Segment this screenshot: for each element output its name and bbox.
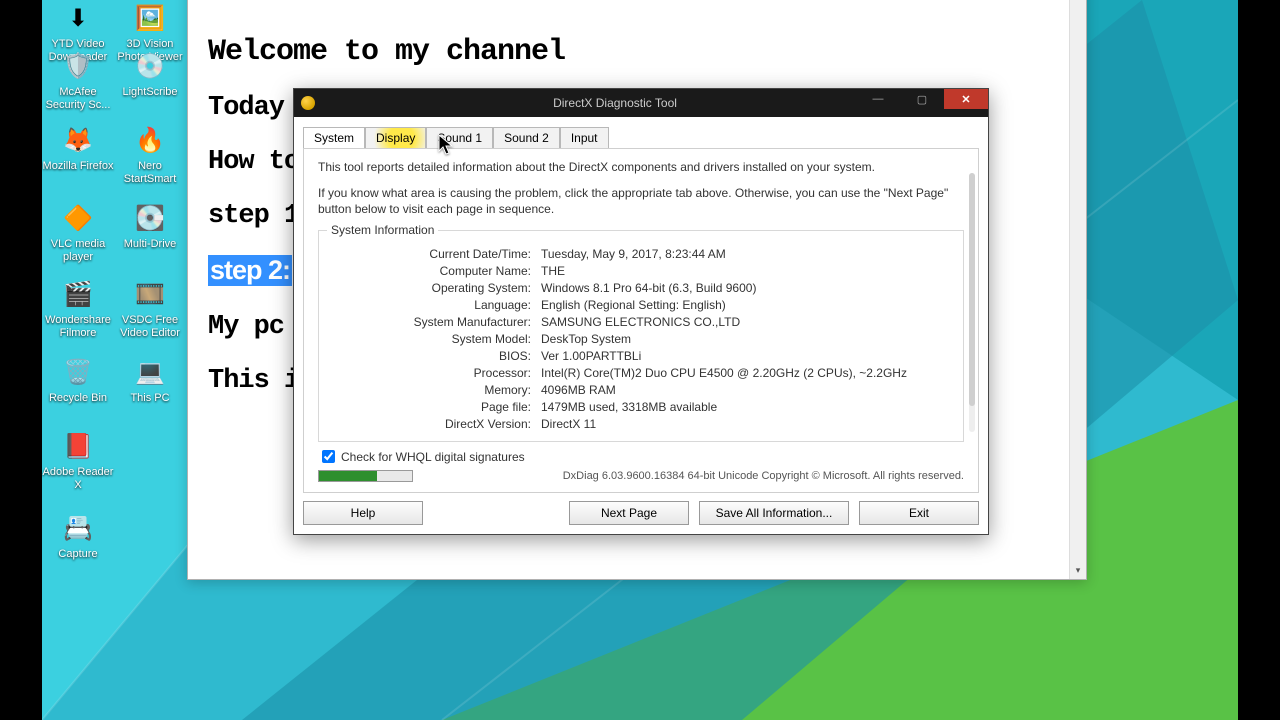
sysinfo-value: THE — [541, 264, 951, 278]
sysinfo-value: Windows 8.1 Pro 64-bit (6.3, Build 9600) — [541, 281, 951, 295]
tab-system[interactable]: System — [303, 127, 365, 149]
desktop-icon[interactable]: 📇Capture — [42, 510, 114, 561]
group-legend: System Information — [327, 223, 438, 237]
minimize-button[interactable]: — — [856, 89, 900, 109]
whql-checkbox[interactable] — [322, 450, 335, 463]
sysinfo-key: Processor: — [331, 366, 531, 380]
desktop-icon[interactable]: 💿LightScribe — [114, 48, 186, 99]
app-icon — [294, 96, 322, 110]
maximize-button[interactable]: ▢ — [900, 89, 944, 109]
desktop-icon[interactable]: 💻This PC — [114, 354, 186, 405]
whql-checkbox-row[interactable]: Check for WHQL digital signatures — [322, 450, 964, 464]
save-all-button[interactable]: Save All Information... — [699, 501, 849, 525]
sysinfo-key: Language: — [331, 298, 531, 312]
sysinfo-value: DeskTop System — [541, 332, 951, 346]
sysinfo-value: Tuesday, May 9, 2017, 8:23:44 AM — [541, 247, 951, 261]
dialog-footer: Help Next Page Save All Information... E… — [303, 501, 979, 525]
sysinfo-value: 1479MB used, 3318MB available — [541, 400, 951, 414]
sysinfo-key: System Manufacturer: — [331, 315, 531, 329]
sysinfo-value: 4096MB RAM — [541, 383, 951, 397]
scroll-down-icon[interactable]: ▾ — [1070, 562, 1086, 579]
system-info-group: System Information Current Date/Time:Tue… — [318, 230, 964, 442]
tab-strip: System Display Sound 1 Sound 2 Input — [303, 126, 979, 149]
exit-button[interactable]: Exit — [859, 501, 979, 525]
desktop-icon[interactable]: 💽Multi-Drive — [114, 200, 186, 251]
sysinfo-value: Ver 1.00PARTTBLi — [541, 349, 951, 363]
titlebar[interactable]: DirectX Diagnostic Tool — ▢ ✕ — [294, 89, 988, 117]
sysinfo-value: SAMSUNG ELECTRONICS CO.,LTD — [541, 315, 951, 329]
sysinfo-key: Memory: — [331, 383, 531, 397]
desktop-icon[interactable]: 🦊Mozilla Firefox — [42, 122, 114, 173]
help-button[interactable]: Help — [303, 501, 423, 525]
next-page-button[interactable]: Next Page — [569, 501, 689, 525]
sysinfo-value: Intel(R) Core(TM)2 Duo CPU E4500 @ 2.20G… — [541, 366, 951, 380]
desktop-icon[interactable]: 🛡️McAfee Security Sc... — [42, 48, 114, 111]
sysinfo-key: DirectX Version: — [331, 417, 531, 431]
sysinfo-key: Computer Name: — [331, 264, 531, 278]
desktop-icon[interactable]: 📕Adobe Reader X — [42, 428, 114, 491]
copyright-text: DxDiag 6.03.9600.16384 64-bit Unicode Co… — [563, 470, 964, 482]
desktop-icon[interactable]: 🎬Wondershare Filmore — [42, 276, 114, 339]
tab-sound1[interactable]: Sound 1 — [426, 127, 493, 149]
progress-bar — [318, 470, 413, 482]
close-button[interactable]: ✕ — [944, 89, 988, 109]
tab-display[interactable]: Display — [365, 127, 426, 149]
desktop-icon[interactable]: 🗑️Recycle Bin — [42, 354, 114, 405]
desktop-icon[interactable]: 🔶VLC media player — [42, 200, 114, 263]
notepad-scrollbar[interactable]: ▾ — [1069, 0, 1086, 579]
desktop-icon[interactable]: 🔥Nero StartSmart — [114, 122, 186, 185]
desktop-icon[interactable]: 🎞️VSDC Free Video Editor — [114, 276, 186, 339]
notepad-line: Welcome to my channel — [208, 35, 1058, 69]
dxdiag-window[interactable]: DirectX Diagnostic Tool — ▢ ✕ System Dis… — [293, 88, 989, 535]
sysinfo-value: DirectX 11 — [541, 417, 951, 431]
sysinfo-key: System Model: — [331, 332, 531, 346]
intro-text: If you know what area is causing the pro… — [318, 185, 964, 217]
panel-scrollbar[interactable] — [969, 173, 975, 432]
tab-panel: This tool reports detailed information a… — [303, 148, 979, 493]
sysinfo-key: Page file: — [331, 400, 531, 414]
sysinfo-key: Current Date/Time: — [331, 247, 531, 261]
tab-input[interactable]: Input — [560, 127, 609, 149]
sysinfo-key: BIOS: — [331, 349, 531, 363]
intro-text: This tool reports detailed information a… — [318, 159, 964, 175]
sysinfo-value: English (Regional Setting: English) — [541, 298, 951, 312]
whql-label: Check for WHQL digital signatures — [341, 450, 525, 464]
tab-sound2[interactable]: Sound 2 — [493, 127, 560, 149]
sysinfo-key: Operating System: — [331, 281, 531, 295]
